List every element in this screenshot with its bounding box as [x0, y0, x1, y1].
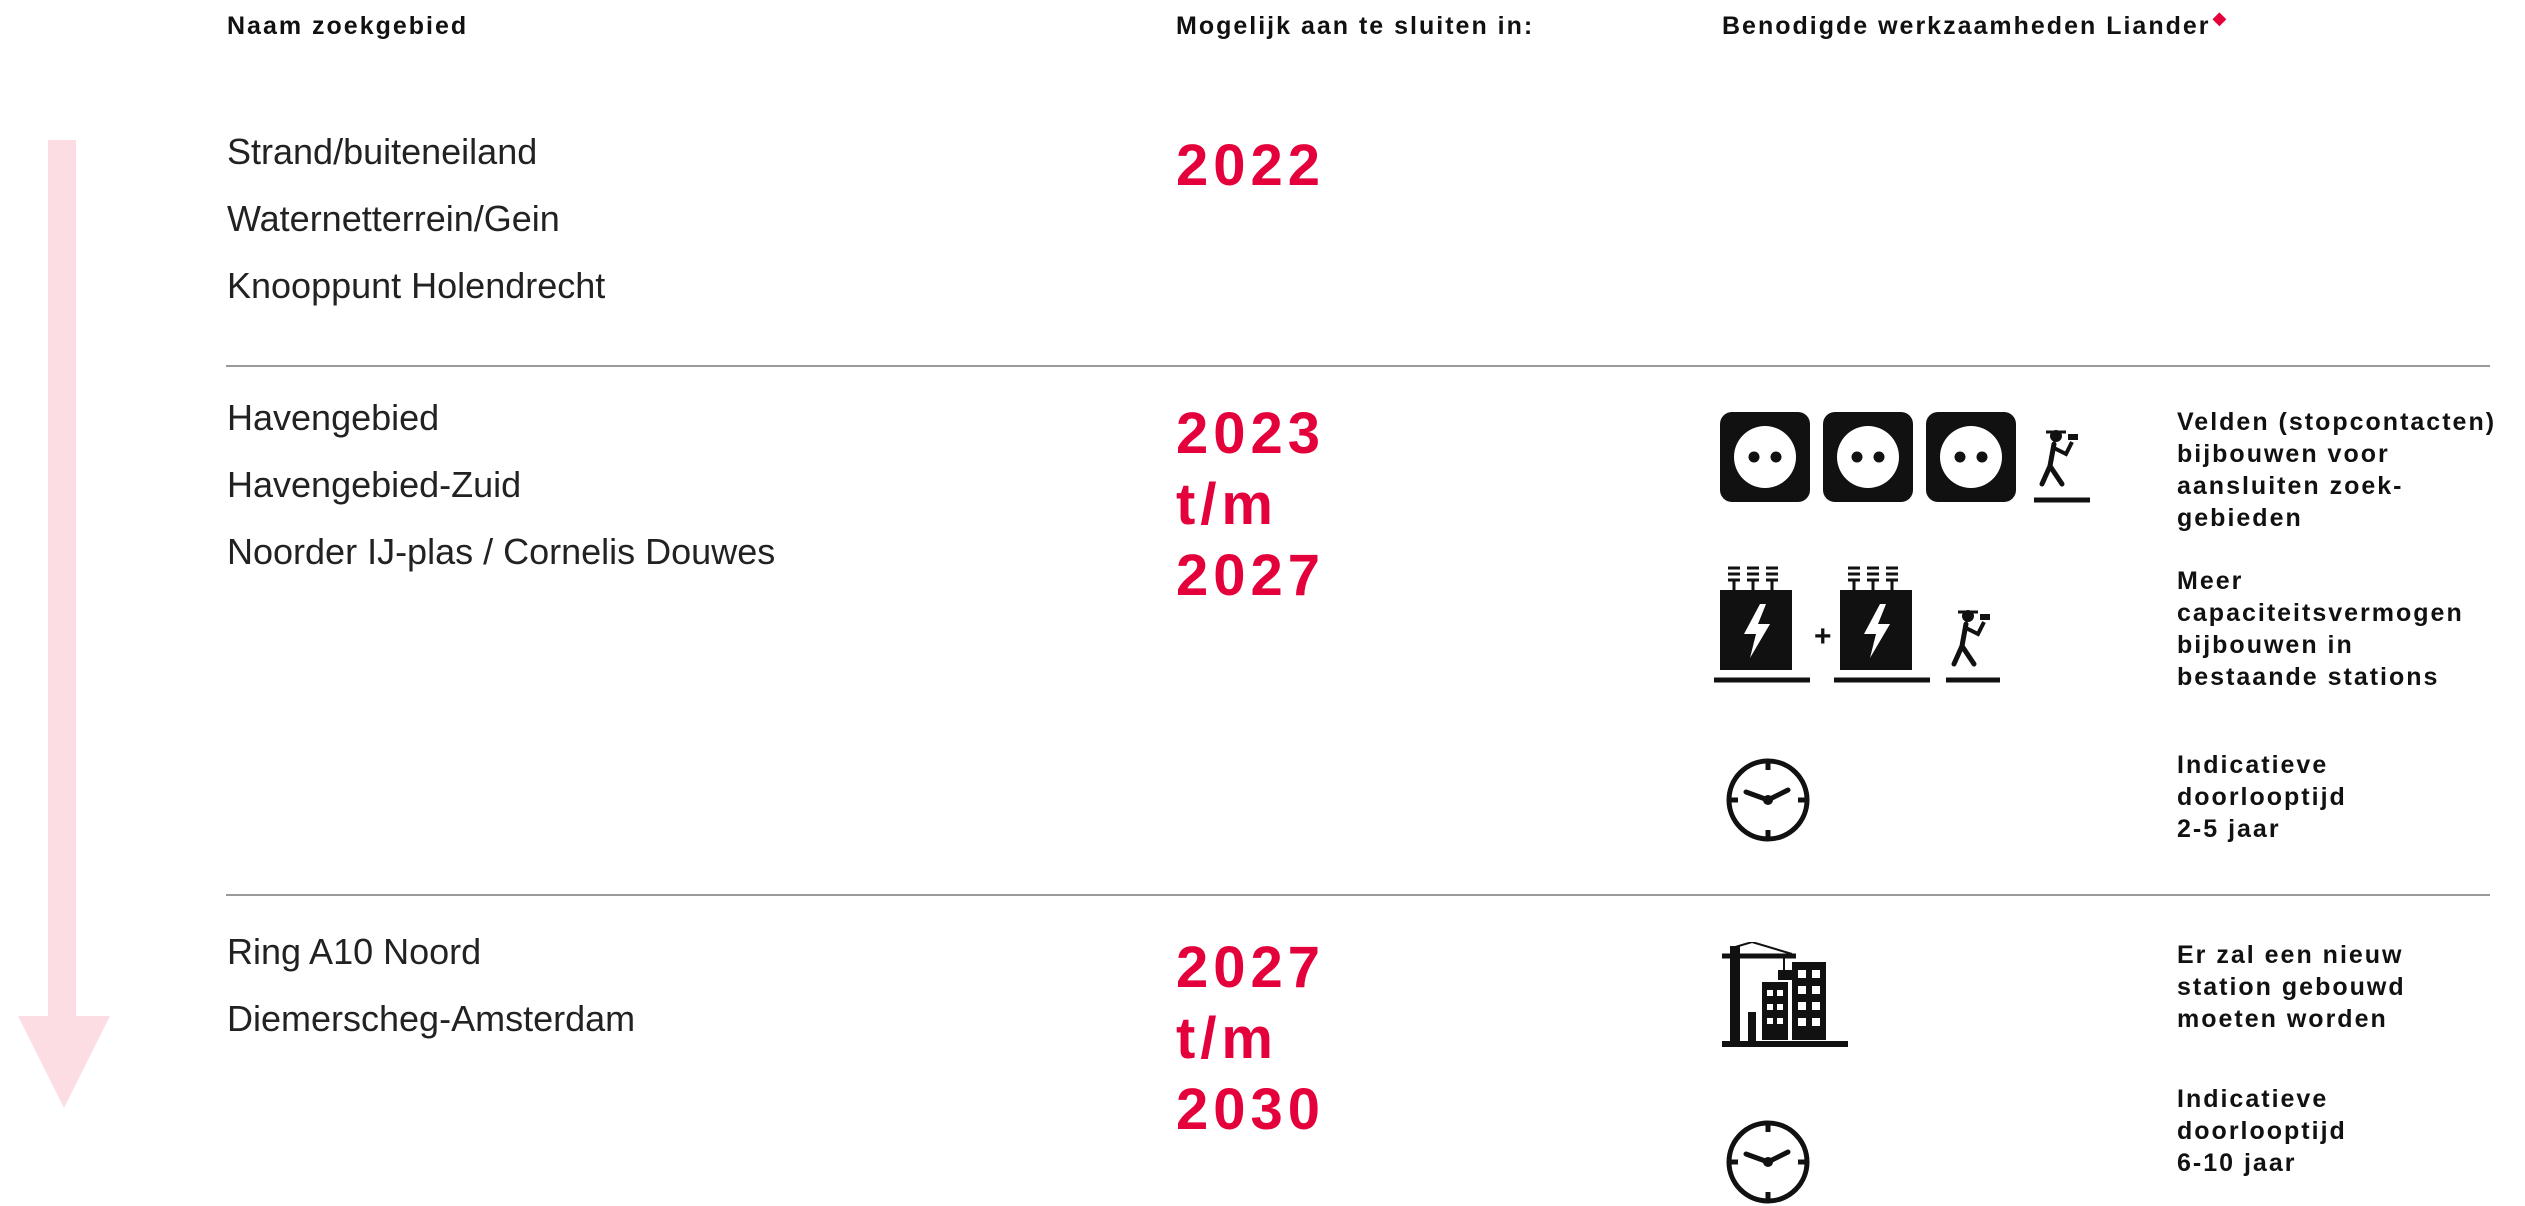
transformer-icon [1834, 566, 1930, 683]
connection-year: 2022 [1176, 133, 1326, 198]
area-name: Knooppunt Holendrecht [227, 265, 606, 306]
work-description: Indicatieve doorlooptijd 6-10 jaar [2177, 1083, 2347, 1179]
area-name: Havengebied-Zuid [227, 464, 522, 505]
area-name: Waternetterrein/Gein [227, 198, 560, 239]
area-name: Noorder IJ-plas / Cornelis Douwes [227, 531, 776, 572]
area-name: Diemerscheg-Amsterdam [227, 998, 636, 1039]
liander-diamond-icon: ◆ [2212, 8, 2229, 28]
desc-line: 2-5 jaar [2177, 815, 2281, 843]
connection-year-range: 2027 t/m 2030 [1176, 932, 1325, 1145]
desc-line: Indicatieve [2177, 751, 2329, 779]
work-description: Meer capaciteitsvermogen bijbouwen in be… [2177, 565, 2464, 693]
desc-line: station gebouwd [2177, 973, 2406, 1001]
area-name: Strand/buiteneiland [227, 131, 538, 172]
col-header-year: Mogelijk aan te sluiten in: [1176, 12, 1535, 40]
divider [226, 894, 2490, 896]
desc-line: bijbouwen voor [2177, 440, 2390, 468]
col-header-name: Naam zoekgebied [227, 12, 469, 40]
year-end: 2030 [1176, 1077, 1326, 1142]
year-separator: t/m [1176, 472, 1278, 537]
desc-line: Indicatieve [2177, 1085, 2329, 1113]
connection-year-range: 2023 t/m 2027 [1176, 398, 1325, 611]
desc-line: moeten worden [2177, 1005, 2388, 1033]
desc-line: doorlooptijd [2177, 1117, 2347, 1145]
area-name: Ring A10 Noord [227, 931, 482, 972]
worker-icon [1946, 610, 2000, 683]
socket-icons [1720, 410, 2092, 506]
work-description: Velden (stopcontacten) bijbouwen voor aa… [2177, 406, 2496, 534]
divider [226, 365, 2490, 367]
transformer-icons: + [1714, 564, 2004, 686]
plus-sign: + [1814, 620, 1832, 653]
desc-line: bijbouwen in [2177, 631, 2354, 659]
clock-icon [1724, 756, 1812, 844]
area-name: Havengebied [227, 397, 440, 438]
desc-line: Velden (stopcontacten) [2177, 408, 2497, 436]
col-header-work-label: Benodigde werkzaamheden Liander [1722, 12, 2211, 40]
construction-icon [1722, 942, 1852, 1050]
desc-line: Er zal een nieuw [2177, 941, 2404, 969]
socket-icon [1823, 412, 1913, 502]
socket-icon [1926, 412, 2016, 502]
desc-line: Meer [2177, 567, 2244, 595]
desc-line: doorlooptijd [2177, 783, 2347, 811]
work-description: Er zal een nieuw station gebouwd moeten … [2177, 939, 2406, 1035]
timeline-arrow [18, 140, 110, 1108]
work-description: Indicatieve doorlooptijd 2-5 jaar [2177, 749, 2347, 845]
desc-line: 6-10 jaar [2177, 1149, 2297, 1177]
year-separator: t/m [1176, 1006, 1278, 1071]
clock-icon [1724, 1118, 1812, 1206]
desc-line: gebieden [2177, 504, 2303, 532]
desc-line: capaciteitsvermogen [2177, 599, 2464, 627]
year-start: 2023 [1176, 401, 1326, 466]
desc-line: bestaande stations [2177, 663, 2440, 691]
col-header-work: Benodigde werkzaamheden Liander ◆ [1722, 8, 2228, 41]
transformer-icon [1714, 566, 1810, 683]
year-start: 2027 [1176, 935, 1326, 1000]
socket-icon [1720, 412, 1810, 502]
year-end: 2027 [1176, 543, 1326, 608]
worker-icon [2034, 430, 2090, 503]
desc-line: aansluiten zoek- [2177, 472, 2404, 500]
